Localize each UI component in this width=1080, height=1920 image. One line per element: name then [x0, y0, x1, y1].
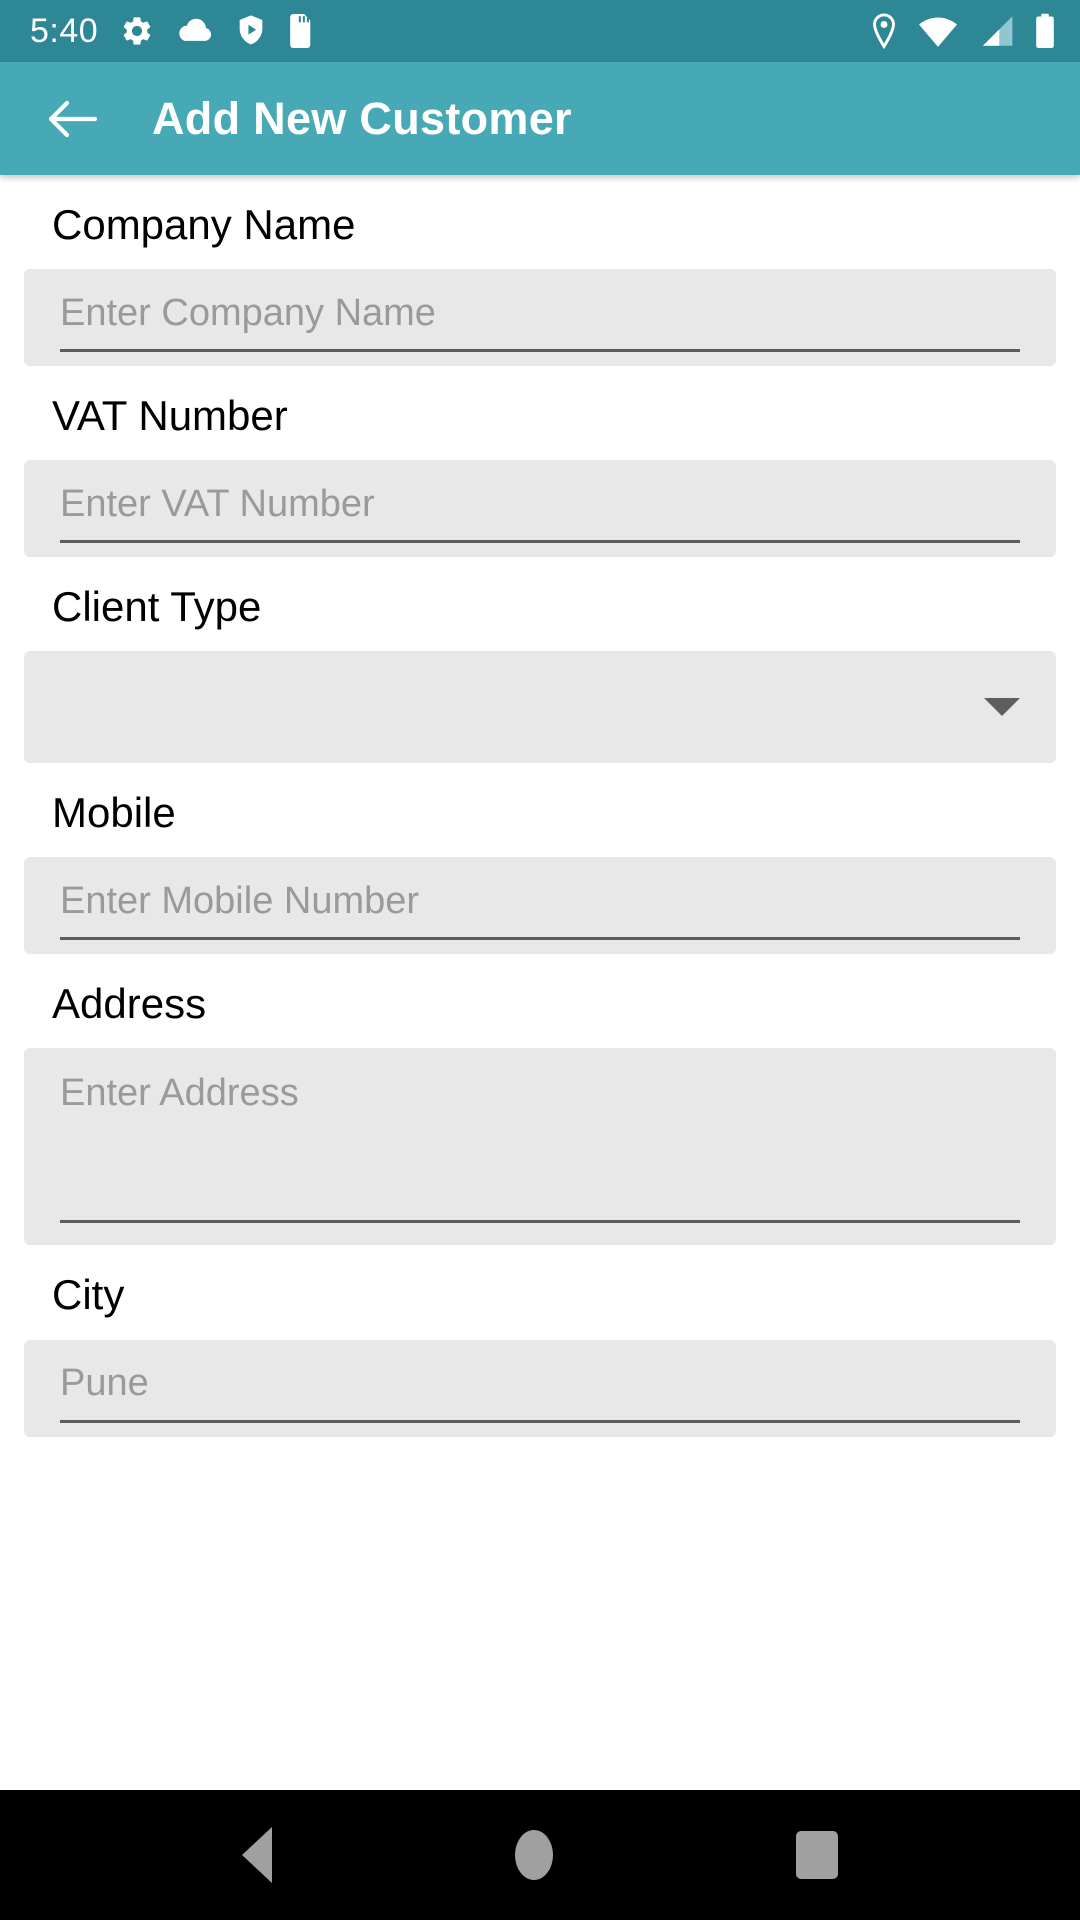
- phone-screen: 5:40 Add New Customer Company Name Enter…: [0, 0, 1080, 1920]
- label-vat-number: VAT Number: [52, 392, 288, 440]
- status-clock: 5:40: [30, 12, 99, 50]
- field-client-type: Client Type: [0, 557, 1080, 764]
- input-mobile-line: Enter Mobile Number: [60, 864, 1020, 941]
- placeholder-address: Enter Address: [60, 1072, 299, 1115]
- location-pin-icon: [873, 13, 895, 49]
- form-body: Company Name Enter Company Name VAT Numb…: [0, 175, 1080, 1790]
- battery-icon: [1036, 13, 1054, 48]
- field-vat-number: VAT Number Enter VAT Number: [0, 366, 1080, 558]
- input-city-line: Pune: [60, 1347, 1020, 1423]
- signal-bars-icon: [982, 16, 1013, 46]
- placeholder-vat-number: Enter VAT Number: [60, 482, 375, 525]
- input-company-name[interactable]: Enter Company Name: [24, 269, 1056, 367]
- back-button[interactable]: [44, 90, 102, 148]
- placeholder-company-name: Enter Company Name: [60, 291, 436, 334]
- label-city: City: [52, 1271, 125, 1319]
- gear-icon: [123, 17, 151, 45]
- sd-card-icon: [290, 14, 311, 48]
- app-bar: Add New Customer: [0, 62, 1080, 175]
- nav-recents-icon[interactable]: [796, 1831, 839, 1879]
- nav-back-icon[interactable]: [241, 1827, 272, 1883]
- label-address: Address: [52, 980, 207, 1028]
- page-title: Add New Customer: [152, 92, 572, 144]
- field-company-name: Company Name Enter Company Name: [0, 175, 1080, 367]
- field-city: City Pune: [0, 1245, 1080, 1437]
- input-vat-number[interactable]: Enter VAT Number: [24, 460, 1056, 558]
- input-address-line: [60, 1220, 1020, 1224]
- input-mobile[interactable]: Enter Mobile Number: [24, 857, 1056, 955]
- status-bar-right: [870, 13, 1056, 49]
- back-arrow-icon: [48, 100, 98, 137]
- input-address[interactable]: Enter Address: [24, 1048, 1056, 1246]
- status-bar-left: 5:40: [30, 14, 314, 48]
- wifi-icon: [919, 17, 957, 47]
- android-nav-bar: [0, 1790, 1080, 1920]
- cloud-icon: [179, 18, 212, 41]
- input-city[interactable]: Pune: [24, 1339, 1056, 1437]
- bottom-spacer: [0, 1437, 1080, 1463]
- placeholder-mobile: Enter Mobile Number: [60, 879, 420, 922]
- label-company-name: Company Name: [52, 201, 356, 248]
- status-bar: 5:40: [0, 0, 1080, 62]
- chevron-down-icon[interactable]: [984, 698, 1020, 717]
- label-client-type: Client Type: [52, 583, 262, 631]
- field-address: Address Enter Address: [0, 954, 1080, 1246]
- nav-home-icon[interactable]: [514, 1830, 553, 1880]
- shield-play-icon: [239, 15, 263, 45]
- placeholder-city: Pune: [60, 1362, 149, 1405]
- label-mobile: Mobile: [52, 789, 176, 837]
- dropdown-client-type[interactable]: [24, 651, 1056, 764]
- input-vat-number-line: Enter VAT Number: [60, 467, 1020, 544]
- input-company-name-line: Enter Company Name: [60, 276, 1020, 353]
- field-mobile: Mobile Enter Mobile Number: [0, 763, 1080, 955]
